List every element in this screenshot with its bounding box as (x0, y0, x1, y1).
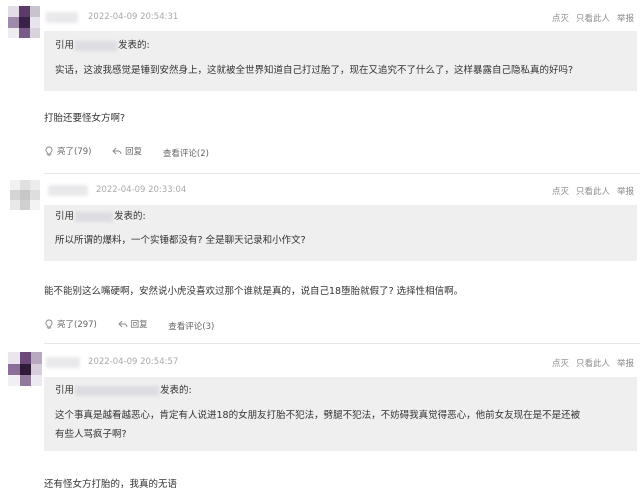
quote-block: 引用 发表的: 实话，这波我感觉是锤到安然身上，这就被全世界知道自己打过胎了，现在… (44, 31, 637, 91)
avatar[interactable] (8, 6, 40, 38)
quote-text: 所以所谓的爆料，一个实锤都没有? 全是聊天记录和小作文? (55, 235, 306, 246)
downvote-button[interactable]: 点灭 (552, 359, 569, 369)
avatar[interactable] (10, 180, 40, 210)
report-button[interactable]: 举报 (617, 187, 634, 197)
avatar[interactable] (8, 352, 42, 386)
report-button[interactable]: 举报 (617, 359, 634, 369)
comment-1: 2022-04-09 20:54:31 点灭 只看此人 举报 引用 发表的: 实话，这… (0, 0, 640, 176)
comment-text: 打胎还要怪女方啊? (44, 113, 126, 124)
quote-header: 引用 发表的: (55, 385, 192, 396)
quoted-username-redacted[interactable] (75, 211, 114, 222)
quoted-username-redacted[interactable] (75, 385, 160, 396)
lightbulb-icon (45, 319, 53, 329)
post-time: 2022-04-09 20:54:31 (88, 12, 179, 22)
comment-text: 能不能别这么嘴硬啊，安然说小虎没喜欢过那个谁就是真的，说自己18堕胎就假了? 选… (44, 286, 464, 297)
quote-text: 实话，这波我感觉是锤到安然身上，这就被全世界知道自己打过胎了，现在又追究不了什么… (55, 65, 574, 76)
post-time: 2022-04-09 20:33:04 (96, 185, 187, 195)
like-button[interactable]: 亮了(297) (44, 318, 97, 330)
only-this-user-button[interactable]: 只看此人 (576, 14, 610, 24)
comment-footer: 亮了(297) 回复 查看评论(3) (44, 318, 232, 332)
quote-header: 引用 发表的: (55, 40, 150, 51)
divider (44, 173, 640, 174)
quote-header: 引用 发表的: (55, 211, 146, 222)
username-redacted[interactable] (46, 12, 78, 23)
quoted-username-redacted[interactable] (75, 40, 118, 51)
post-time: 2022-04-09 20:54:57 (88, 357, 179, 367)
username-redacted[interactable] (46, 357, 80, 368)
quote-block: 引用 发表的: 所以所谓的爆料，一个实锤都没有? 全是聊天记录和小作文? (44, 205, 637, 261)
comment-3: 2022-04-09 20:54:57 点灭 只看此人 举报 引用 发表的: 这个事真… (0, 344, 640, 496)
comment-text: 还有怪女方打胎的，我真的无语 (44, 479, 178, 490)
post-actions: 点灭 只看此人 举报 (545, 185, 634, 197)
reply-icon (112, 147, 122, 155)
like-button[interactable]: 亮了(79) (44, 145, 91, 157)
reply-icon (117, 320, 128, 328)
only-this-user-button[interactable]: 只看此人 (576, 359, 610, 369)
reply-button[interactable]: 回复 (117, 318, 148, 330)
post-actions: 点灭 只看此人 举报 (545, 357, 634, 369)
downvote-button[interactable]: 点灭 (552, 187, 569, 197)
report-button[interactable]: 举报 (617, 14, 634, 24)
comment-footer: 亮了(79) 回复 查看评论(2) (44, 145, 227, 159)
quote-text-line-2: 有些人骂疯子啊? (55, 429, 127, 440)
quote-block: 引用 发表的: 这个事真是越看越恶心，肯定有人说进18的女朋友打胎不犯法，劈腿不犯… (44, 377, 637, 451)
comment-2: 2022-04-09 20:33:04 点灭 只看此人 举报 引用 发表的: 所以所谓… (0, 176, 640, 344)
reply-button[interactable]: 回复 (112, 145, 142, 157)
view-comments-button[interactable]: 查看评论(2) (163, 147, 209, 159)
downvote-button[interactable]: 点灭 (552, 14, 569, 24)
quote-text-line-1: 这个事真是越看越恶心，肯定有人说进18的女朋友打胎不犯法，劈腿不犯法，不妨碍我真… (55, 410, 581, 421)
lightbulb-icon (45, 146, 53, 156)
view-comments-button[interactable]: 查看评论(3) (168, 320, 214, 332)
post-actions: 点灭 只看此人 举报 (545, 12, 634, 24)
only-this-user-button[interactable]: 只看此人 (576, 187, 610, 197)
username-redacted[interactable] (48, 185, 88, 196)
